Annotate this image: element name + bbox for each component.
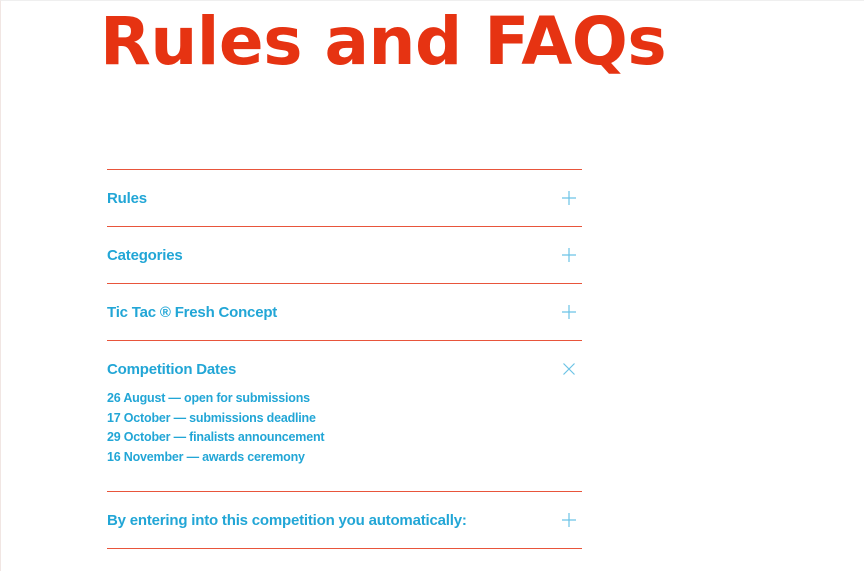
date-item: 29 October — finalists announcement xyxy=(107,430,325,444)
accordion-title: Rules xyxy=(107,189,147,207)
accordion-title: By entering into this competition you au… xyxy=(107,511,467,529)
accordion-title: Tic Tac ® Fresh Concept xyxy=(107,303,278,321)
close-icon[interactable] xyxy=(561,361,577,377)
plus-icon[interactable] xyxy=(561,247,577,263)
date-item: 26 August — open for submissions xyxy=(107,391,310,405)
accordion-header-rules[interactable]: Rules xyxy=(107,170,582,226)
accordion-item-competition-dates: Competition Dates 26 August — open for s… xyxy=(107,340,582,491)
plus-icon[interactable] xyxy=(561,190,577,206)
accordion-item-fresh-concept: Tic Tac ® Fresh Concept xyxy=(107,283,582,340)
accordion-title: Categories xyxy=(107,246,183,264)
accordion-title: Competition Dates xyxy=(107,360,237,378)
accordion-header-categories[interactable]: Categories xyxy=(107,227,582,283)
date-item: 17 October — submissions deadline xyxy=(107,410,316,425)
accordion-item-categories: Categories xyxy=(107,226,582,283)
plus-icon[interactable] xyxy=(561,512,577,528)
accordion-header-fresh-concept[interactable]: Tic Tac ® Fresh Concept xyxy=(107,284,582,340)
faq-accordion: Rules Categories Tic Tac ® Fresh Concept… xyxy=(107,169,582,549)
accordion-item-entry-terms: By entering into this competition you au… xyxy=(107,491,582,549)
accordion-item-rules: Rules xyxy=(107,169,582,226)
accordion-body-competition-dates: 26 August — open for submissions 17 Octo… xyxy=(107,389,582,491)
plus-icon[interactable] xyxy=(561,304,577,320)
page-title: Rules and FAQs xyxy=(100,3,667,80)
accordion-header-entry-terms[interactable]: By entering into this competition you au… xyxy=(107,492,582,548)
date-item: 16 November — awards ceremony xyxy=(107,449,305,464)
